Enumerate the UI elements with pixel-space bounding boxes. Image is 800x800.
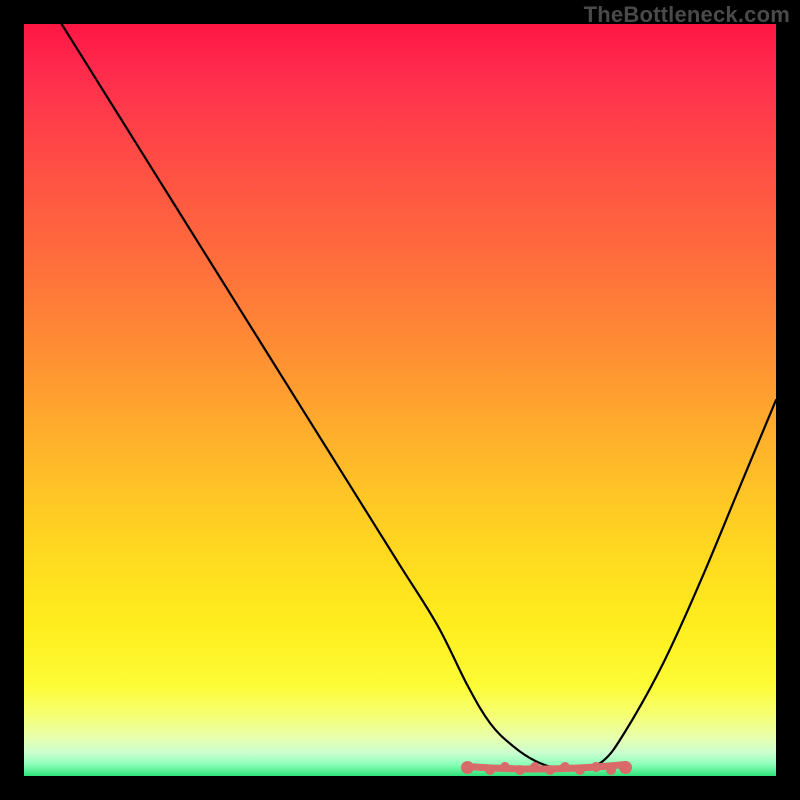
bottleneck-curve bbox=[24, 24, 776, 776]
plot-area bbox=[24, 24, 776, 776]
curve-path bbox=[62, 24, 776, 769]
watermark-text: TheBottleneck.com bbox=[584, 2, 790, 28]
chart-frame: TheBottleneck.com bbox=[0, 0, 800, 800]
